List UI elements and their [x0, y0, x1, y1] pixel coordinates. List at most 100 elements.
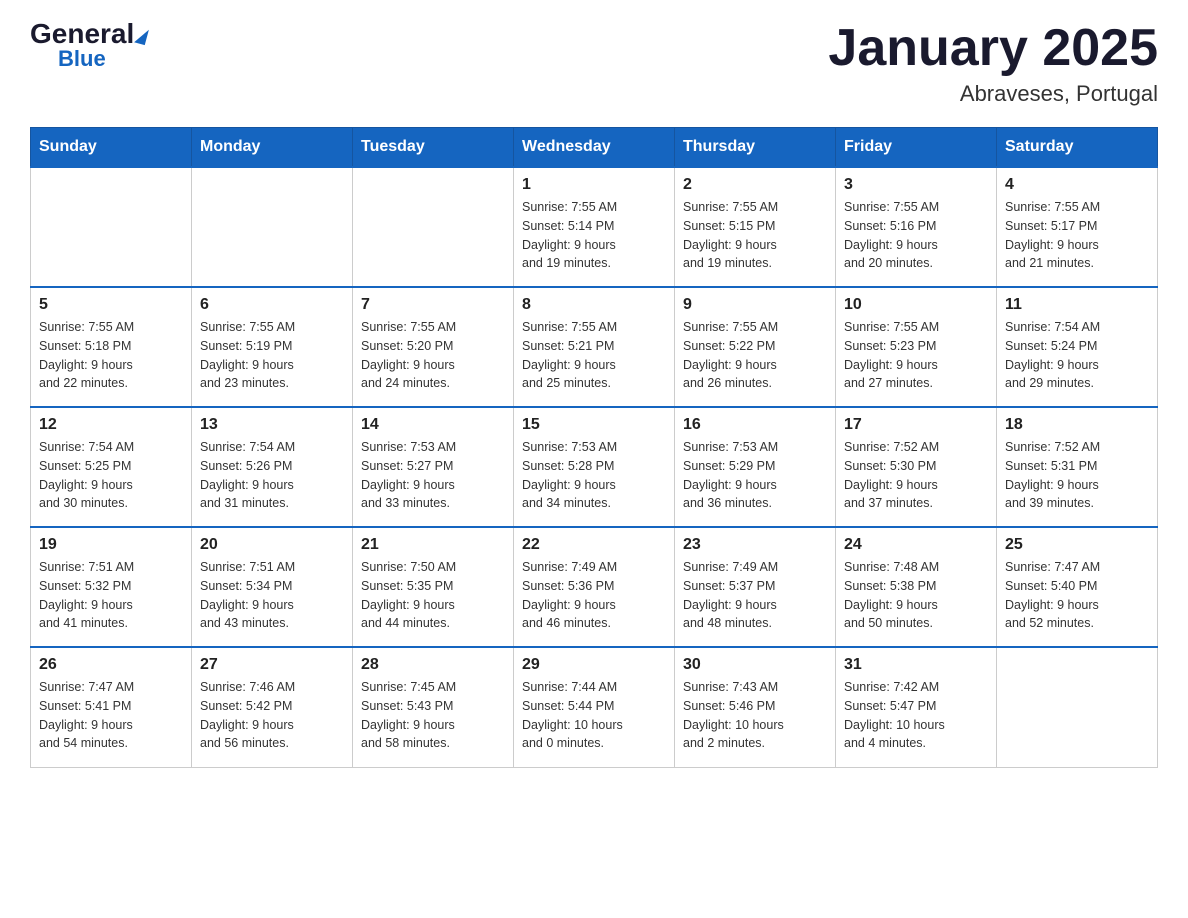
- day-info: Sunrise: 7:55 AM Sunset: 5:14 PM Dayligh…: [522, 198, 666, 273]
- calendar-cell: 7Sunrise: 7:55 AM Sunset: 5:20 PM Daylig…: [353, 287, 514, 407]
- day-number: 25: [1005, 536, 1149, 554]
- day-number: 18: [1005, 416, 1149, 434]
- calendar-cell: 28 Sunrise: 7:45 AM Sunset: 5:43 PM Dayli…: [353, 647, 514, 767]
- day-info: Sunrise: 7:51 AM Sunset: 5:34 PM Dayligh…: [200, 558, 344, 633]
- day-number: 26: [39, 656, 183, 674]
- week-row-2: 5 Sunrise: 7:55 AM Sunset: 5:18 PM Daylig…: [31, 287, 1158, 407]
- day-info: Sunrise: 7:55 AM Sunset: 5:19 PM Dayligh…: [200, 318, 344, 393]
- day-info: Sunrise: 7:55 AM Sunset: 5:23 PM Dayligh…: [844, 318, 988, 393]
- calendar-cell: [353, 167, 514, 287]
- day-number: 5: [39, 296, 183, 314]
- calendar-cell: 27 Sunrise: 7:46 AM Sunset: 5:42 PM Dayli…: [192, 647, 353, 767]
- week-row-1: 1 Sunrise: 7:55 AM Sunset: 5:14 PM Daylig…: [31, 167, 1158, 287]
- day-number: 1: [522, 176, 666, 194]
- calendar-cell: 20 Sunrise: 7:51 AM Sunset: 5:34 PM Dayli…: [192, 527, 353, 647]
- day-number: 28: [361, 656, 505, 674]
- calendar-cell: 6 Sunrise: 7:55 AM Sunset: 5:19 PM Daylig…: [192, 287, 353, 407]
- day-info: Sunrise: 7:54 AM Sunset: 5:24 PM Dayligh…: [1005, 318, 1149, 393]
- calendar-cell: 16 Sunrise: 7:53 AM Sunset: 5:29 PM Dayli…: [675, 407, 836, 527]
- calendar-header: SundayMondayTuesdayWednesdayThursdayFrid…: [31, 128, 1158, 168]
- day-info: Sunrise: 7:44 AM Sunset: 5:44 PM Dayligh…: [522, 678, 666, 753]
- logo: General Blue: [30, 20, 147, 70]
- day-info: Sunrise: 7:54 AM Sunset: 5:26 PM Dayligh…: [200, 438, 344, 513]
- logo-general-text: General: [30, 20, 134, 48]
- column-header-friday: Friday: [836, 128, 997, 168]
- week-row-4: 19 Sunrise: 7:51 AM Sunset: 5:32 PM Dayli…: [31, 527, 1158, 647]
- calendar-cell: 31 Sunrise: 7:42 AM Sunset: 5:47 PM Dayli…: [836, 647, 997, 767]
- day-number: 27: [200, 656, 344, 674]
- calendar-cell: 30 Sunrise: 7:43 AM Sunset: 5:46 PM Dayli…: [675, 647, 836, 767]
- calendar-cell: 5 Sunrise: 7:55 AM Sunset: 5:18 PM Daylig…: [31, 287, 192, 407]
- column-header-monday: Monday: [192, 128, 353, 168]
- calendar-cell: 13 Sunrise: 7:54 AM Sunset: 5:26 PM Dayli…: [192, 407, 353, 527]
- calendar-title: January 2025: [828, 20, 1158, 77]
- calendar-cell: 3Sunrise: 7:55 AM Sunset: 5:16 PM Daylig…: [836, 167, 997, 287]
- calendar-cell: [31, 167, 192, 287]
- calendar-cell: 15 Sunrise: 7:53 AM Sunset: 5:28 PM Dayli…: [514, 407, 675, 527]
- calendar-cell: 23 Sunrise: 7:49 AM Sunset: 5:37 PM Dayli…: [675, 527, 836, 647]
- page-header: General Blue January 2025 Abraveses, Por…: [30, 20, 1158, 107]
- calendar-table: SundayMondayTuesdayWednesdayThursdayFrid…: [30, 127, 1158, 768]
- day-number: 13: [200, 416, 344, 434]
- day-info: Sunrise: 7:55 AM Sunset: 5:15 PM Dayligh…: [683, 198, 827, 273]
- day-number: 16: [683, 416, 827, 434]
- column-header-sunday: Sunday: [31, 128, 192, 168]
- calendar-cell: 4Sunrise: 7:55 AM Sunset: 5:17 PM Daylig…: [997, 167, 1158, 287]
- calendar-cell: 29Sunrise: 7:44 AM Sunset: 5:44 PM Dayli…: [514, 647, 675, 767]
- week-row-5: 26 Sunrise: 7:47 AM Sunset: 5:41 PM Dayli…: [31, 647, 1158, 767]
- logo-blue-text: Blue: [58, 48, 106, 70]
- calendar-cell: 18Sunrise: 7:52 AM Sunset: 5:31 PM Dayli…: [997, 407, 1158, 527]
- calendar-cell: 19 Sunrise: 7:51 AM Sunset: 5:32 PM Dayli…: [31, 527, 192, 647]
- day-info: Sunrise: 7:45 AM Sunset: 5:43 PM Dayligh…: [361, 678, 505, 753]
- day-info: Sunrise: 7:55 AM Sunset: 5:22 PM Dayligh…: [683, 318, 827, 393]
- day-number: 17: [844, 416, 988, 434]
- title-block: January 2025 Abraveses, Portugal: [828, 20, 1158, 107]
- day-number: 22: [522, 536, 666, 554]
- calendar-cell: 26 Sunrise: 7:47 AM Sunset: 5:41 PM Dayli…: [31, 647, 192, 767]
- day-number: 23: [683, 536, 827, 554]
- day-number: 21: [361, 536, 505, 554]
- day-number: 19: [39, 536, 183, 554]
- day-info: Sunrise: 7:53 AM Sunset: 5:28 PM Dayligh…: [522, 438, 666, 513]
- day-info: Sunrise: 7:54 AM Sunset: 5:25 PM Dayligh…: [39, 438, 183, 513]
- header-row: SundayMondayTuesdayWednesdayThursdayFrid…: [31, 128, 1158, 168]
- day-info: Sunrise: 7:49 AM Sunset: 5:37 PM Dayligh…: [683, 558, 827, 633]
- calendar-cell: 1 Sunrise: 7:55 AM Sunset: 5:14 PM Daylig…: [514, 167, 675, 287]
- day-number: 8: [522, 296, 666, 314]
- day-number: 11: [1005, 296, 1149, 314]
- day-number: 30: [683, 656, 827, 674]
- day-info: Sunrise: 7:43 AM Sunset: 5:46 PM Dayligh…: [683, 678, 827, 753]
- column-header-wednesday: Wednesday: [514, 128, 675, 168]
- calendar-cell: 22 Sunrise: 7:49 AM Sunset: 5:36 PM Dayli…: [514, 527, 675, 647]
- day-info: Sunrise: 7:48 AM Sunset: 5:38 PM Dayligh…: [844, 558, 988, 633]
- day-info: Sunrise: 7:46 AM Sunset: 5:42 PM Dayligh…: [200, 678, 344, 753]
- day-info: Sunrise: 7:55 AM Sunset: 5:17 PM Dayligh…: [1005, 198, 1149, 273]
- day-number: 7: [361, 296, 505, 314]
- day-info: Sunrise: 7:55 AM Sunset: 5:18 PM Dayligh…: [39, 318, 183, 393]
- day-number: 31: [844, 656, 988, 674]
- calendar-cell: 9Sunrise: 7:55 AM Sunset: 5:22 PM Daylig…: [675, 287, 836, 407]
- day-info: Sunrise: 7:49 AM Sunset: 5:36 PM Dayligh…: [522, 558, 666, 633]
- calendar-subtitle: Abraveses, Portugal: [828, 81, 1158, 107]
- day-info: Sunrise: 7:51 AM Sunset: 5:32 PM Dayligh…: [39, 558, 183, 633]
- calendar-cell: 21Sunrise: 7:50 AM Sunset: 5:35 PM Dayli…: [353, 527, 514, 647]
- day-info: Sunrise: 7:52 AM Sunset: 5:30 PM Dayligh…: [844, 438, 988, 513]
- logo-triangle-icon: [134, 27, 149, 45]
- calendar-cell: 10Sunrise: 7:55 AM Sunset: 5:23 PM Dayli…: [836, 287, 997, 407]
- day-number: 15: [522, 416, 666, 434]
- day-number: 20: [200, 536, 344, 554]
- calendar-cell: 12Sunrise: 7:54 AM Sunset: 5:25 PM Dayli…: [31, 407, 192, 527]
- calendar-cell: 14Sunrise: 7:53 AM Sunset: 5:27 PM Dayli…: [353, 407, 514, 527]
- day-info: Sunrise: 7:47 AM Sunset: 5:40 PM Dayligh…: [1005, 558, 1149, 633]
- day-info: Sunrise: 7:53 AM Sunset: 5:27 PM Dayligh…: [361, 438, 505, 513]
- column-header-saturday: Saturday: [997, 128, 1158, 168]
- day-info: Sunrise: 7:42 AM Sunset: 5:47 PM Dayligh…: [844, 678, 988, 753]
- calendar-cell: 25 Sunrise: 7:47 AM Sunset: 5:40 PM Dayli…: [997, 527, 1158, 647]
- day-info: Sunrise: 7:47 AM Sunset: 5:41 PM Dayligh…: [39, 678, 183, 753]
- calendar-cell: [192, 167, 353, 287]
- day-number: 2: [683, 176, 827, 194]
- day-info: Sunrise: 7:53 AM Sunset: 5:29 PM Dayligh…: [683, 438, 827, 513]
- day-number: 6: [200, 296, 344, 314]
- week-row-3: 12Sunrise: 7:54 AM Sunset: 5:25 PM Dayli…: [31, 407, 1158, 527]
- calendar-cell: 17 Sunrise: 7:52 AM Sunset: 5:30 PM Dayli…: [836, 407, 997, 527]
